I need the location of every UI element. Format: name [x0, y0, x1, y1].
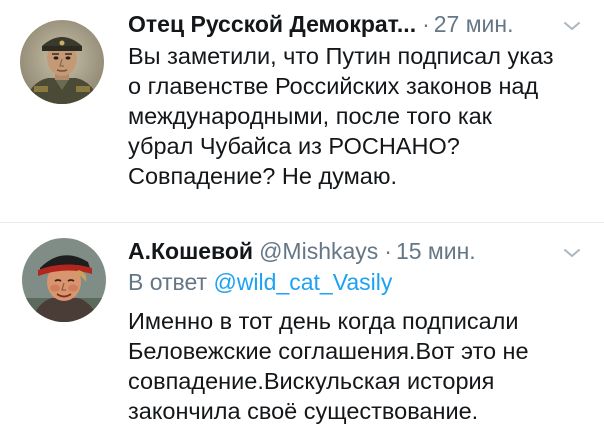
- chevron-down-icon[interactable]: [562, 246, 582, 260]
- author-name[interactable]: А.Кошевой: [128, 238, 253, 264]
- tweet-header: А.Кошевой @Mishkays · 15 мин.: [128, 237, 476, 265]
- reply-to-handle[interactable]: @wild_cat_Vasily: [213, 269, 392, 295]
- tweet-text-line: Совпадение? Не думаю.: [128, 163, 398, 189]
- author-name[interactable]: Отец Русской Демократ...: [128, 11, 416, 37]
- portrait-man-military-cap-icon: [20, 20, 104, 104]
- tweet-text-line: убрал Чубайса из РОСНАНО?: [128, 133, 460, 159]
- separator-dot: ·: [384, 238, 392, 264]
- tweet-text-line: Вы заметили, что Путин подписал указ: [128, 43, 554, 69]
- tweet-text: Вы заметили, что Путин подписал указ о г…: [128, 41, 598, 191]
- timestamp[interactable]: 15 мин.: [396, 238, 476, 264]
- tweet-text-line: о главенстве Российских законов над: [128, 73, 539, 99]
- reply-context: В ответ @wild_cat_Vasily: [128, 268, 392, 296]
- avatar[interactable]: [20, 20, 104, 104]
- tweet-header: Отец Русской Демократ... · 27 мин.: [128, 10, 514, 38]
- author-handle[interactable]: @Mishkays: [259, 238, 378, 264]
- tweet-text-line: совпадение.Вискульская история: [128, 368, 495, 394]
- tweet[interactable]: Отец Русской Демократ... · 27 мин. Вы заме…: [0, 0, 604, 222]
- reply-prefix: В ответ: [128, 269, 208, 295]
- tweet-text-line: Беловежские соглашения.Вот это не: [128, 338, 529, 364]
- portrait-man-cossack-cap-icon: [22, 238, 106, 322]
- tweet[interactable]: А.Кошевой @Mishkays · 15 мин. В ответ @wild…: [0, 222, 604, 446]
- tweet-text-line: закончила своё существование.: [128, 398, 479, 424]
- tweet-text-line: международными, после того как: [128, 103, 492, 129]
- chevron-down-icon[interactable]: [562, 19, 582, 33]
- tweet-text: Именно в тот день когда подписали Белове…: [128, 306, 598, 426]
- separator-dot: ·: [422, 11, 430, 37]
- tweet-text-line: Именно в тот день когда подписали: [128, 308, 519, 334]
- avatar[interactable]: [22, 238, 106, 322]
- timestamp[interactable]: 27 мин.: [434, 11, 514, 37]
